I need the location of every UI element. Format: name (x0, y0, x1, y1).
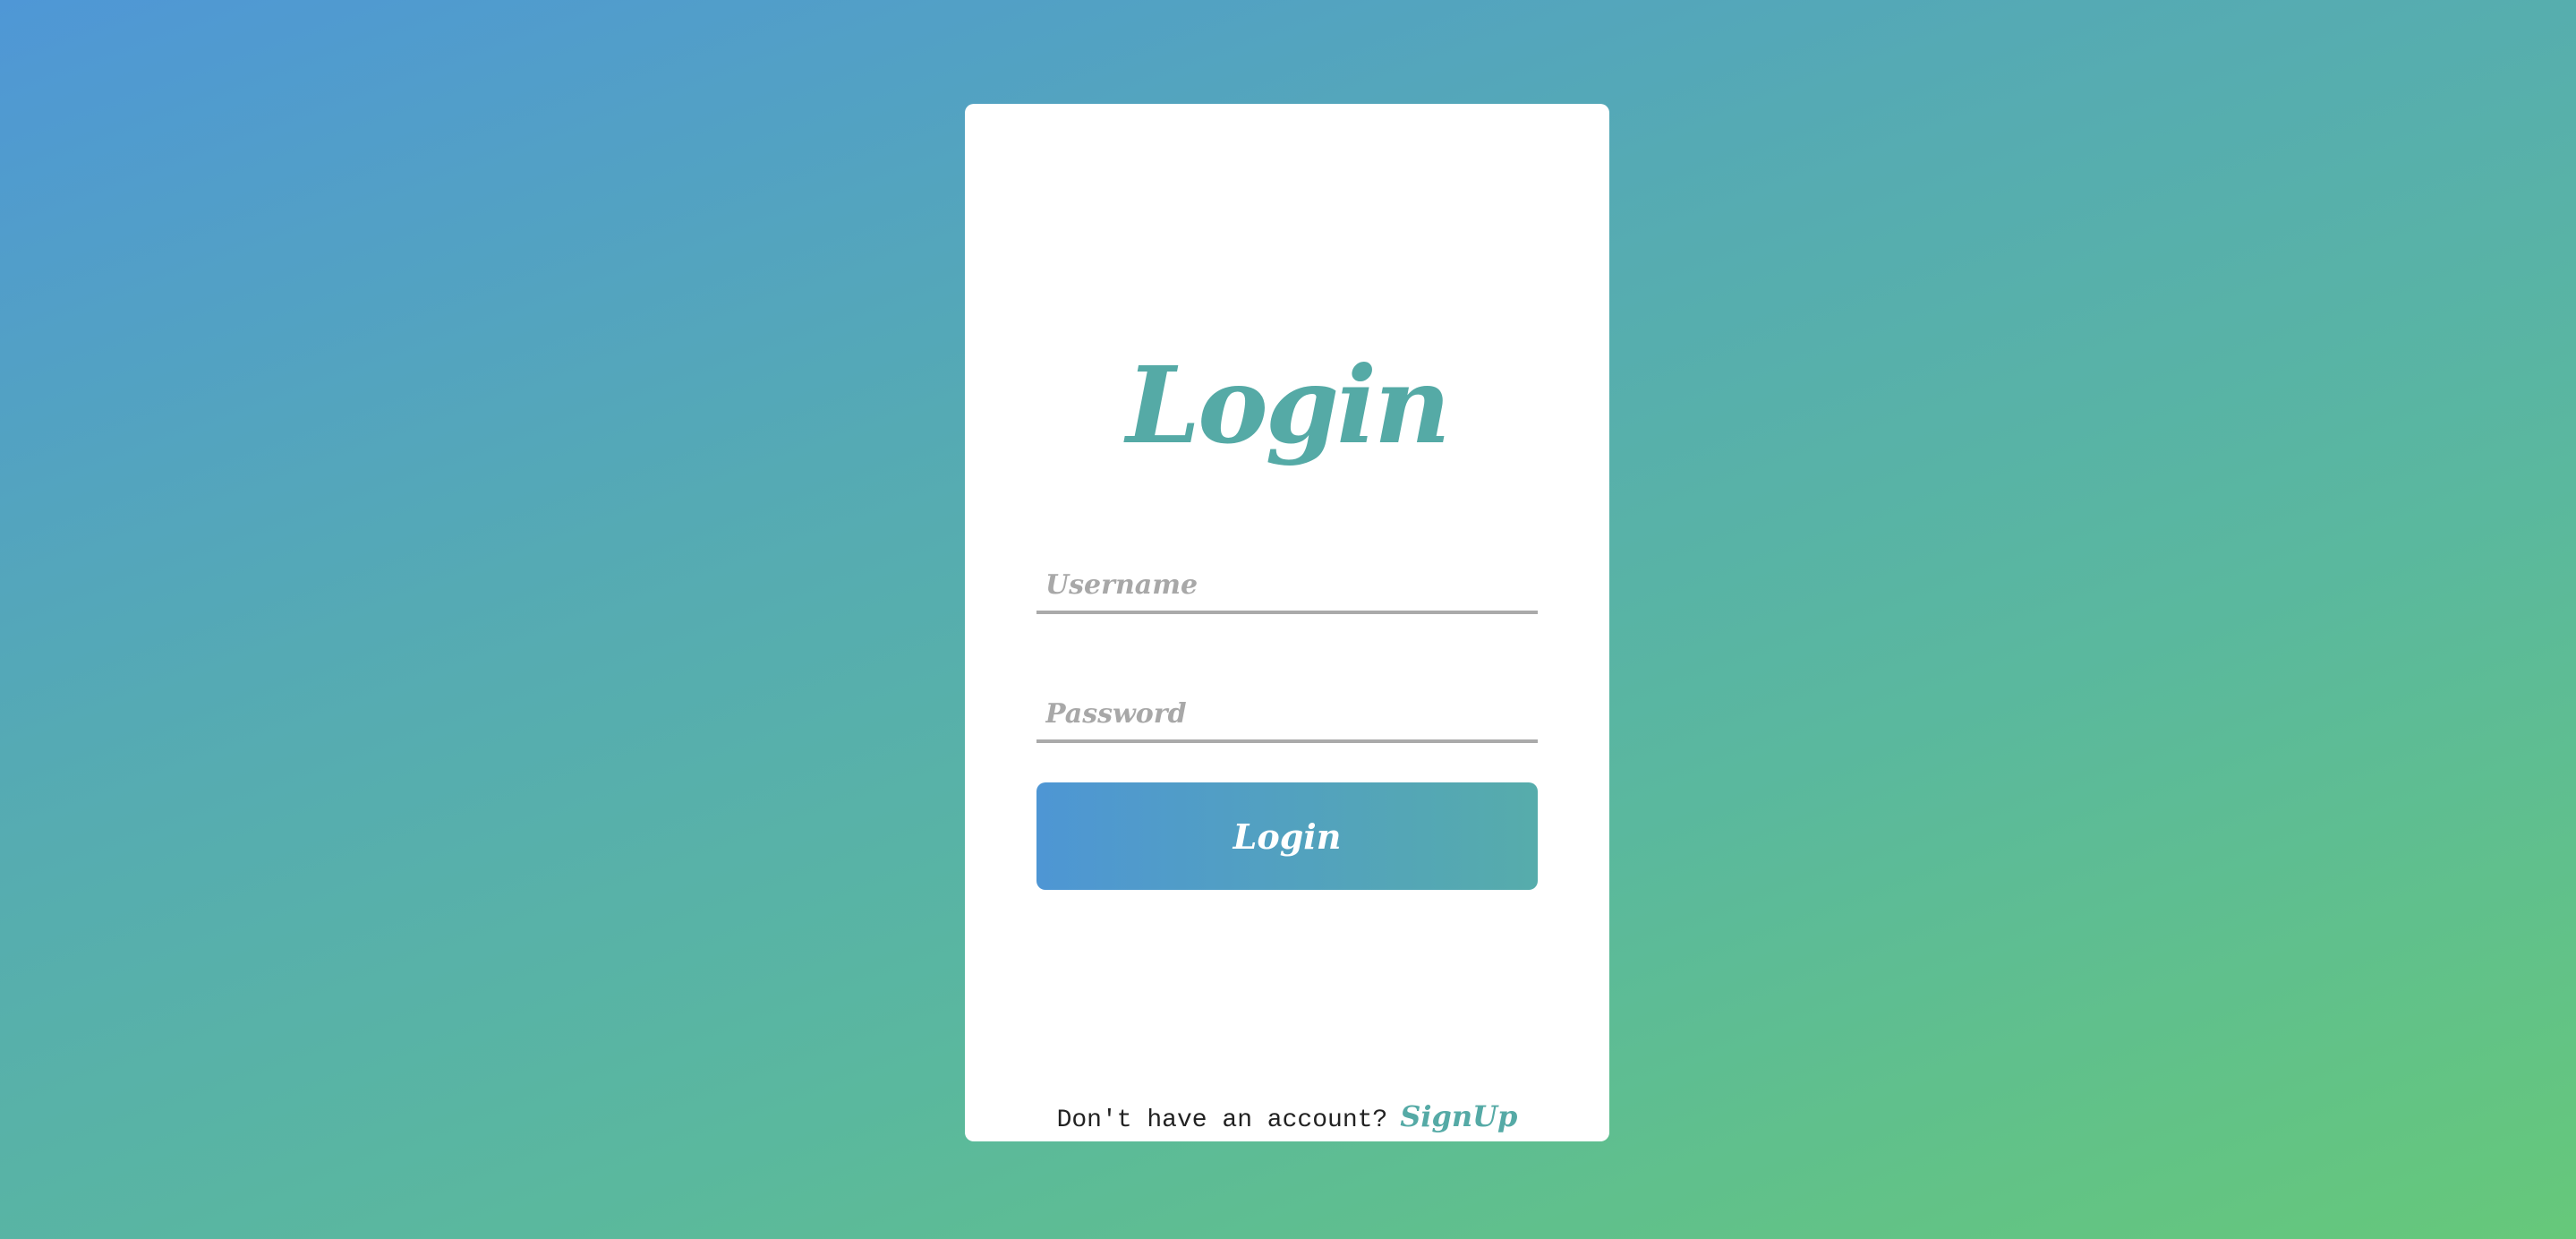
login-button[interactable]: Login (1036, 782, 1538, 890)
signup-prompt: Don't have an account? SignUp (965, 1099, 1609, 1134)
signup-prompt-text: Don't have an account? (1056, 1107, 1388, 1134)
login-title: Login (1126, 343, 1451, 467)
signup-link[interactable]: SignUp (1400, 1099, 1517, 1133)
username-input[interactable] (1036, 559, 1538, 614)
password-input[interactable] (1036, 688, 1538, 743)
login-card: Login Login Don't have an account? SignUp (965, 104, 1609, 1141)
